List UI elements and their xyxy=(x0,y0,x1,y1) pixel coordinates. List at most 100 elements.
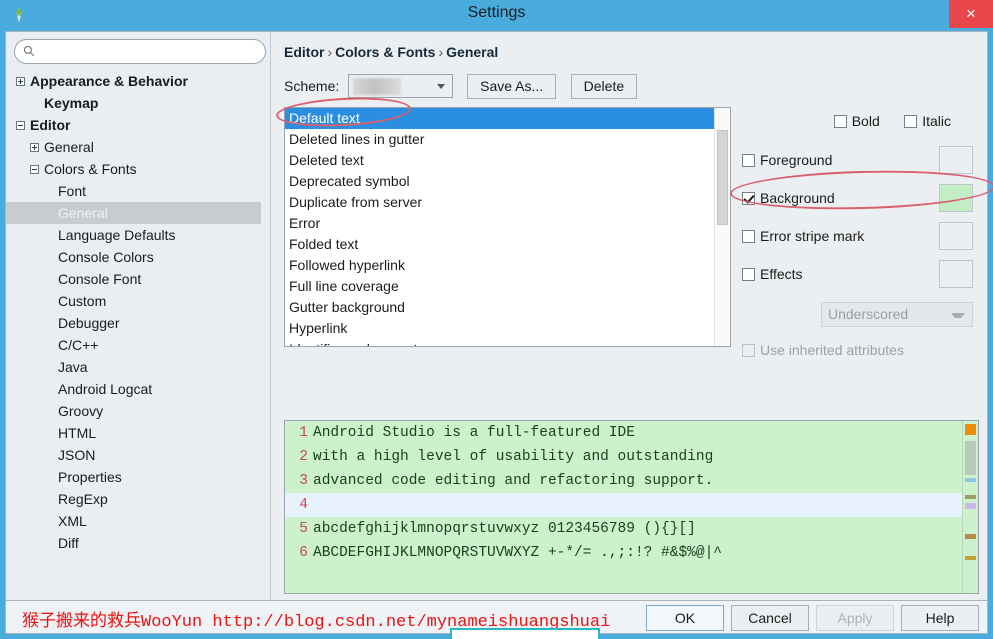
attribute-list-item-label: Error xyxy=(289,215,321,231)
effects-color-swatch[interactable] xyxy=(939,260,973,288)
sidebar-item-console-colors[interactable]: Console Colors xyxy=(6,246,261,268)
ok-button[interactable]: OK xyxy=(646,605,724,631)
preview-code-line: 1 Android Studio is a full-featured IDE xyxy=(285,421,962,445)
search-box[interactable] xyxy=(14,39,266,64)
error-stripe-panel[interactable] xyxy=(962,421,978,593)
breadcrumb-part-editor[interactable]: Editor xyxy=(284,44,324,60)
attribute-options: Bold Italic Foreground Background Error … xyxy=(742,107,979,358)
preview-code-line: 6 ABCDEFGHIJKLMNOPQRSTUVWXYZ +-*/= .,;:!?… xyxy=(285,541,962,565)
background-color-swatch[interactable] xyxy=(939,184,973,212)
bold-checkbox[interactable]: Bold xyxy=(833,113,880,129)
sidebar-item-appearance-behavior[interactable]: Appearance & Behavior xyxy=(6,70,261,92)
attribute-list-item[interactable]: Full line coverage xyxy=(285,276,730,297)
sidebar-item-label: Language Defaults xyxy=(58,227,176,243)
collapse-icon[interactable] xyxy=(30,164,39,174)
use-inherited-checkbox-box[interactable] xyxy=(742,343,755,357)
stripe-marker[interactable] xyxy=(965,478,976,482)
use-inherited-attributes-checkbox[interactable]: Use inherited attributes xyxy=(742,342,904,358)
foreground-checkbox-box[interactable] xyxy=(742,153,755,167)
attribute-list-item-label: Deleted text xyxy=(289,152,364,168)
stripe-marker[interactable] xyxy=(965,495,976,499)
sidebar-item-language-defaults[interactable]: Language Defaults xyxy=(6,224,261,246)
sidebar-item-xml[interactable]: XML xyxy=(6,510,261,532)
sidebar-item-html[interactable]: HTML xyxy=(6,422,261,444)
sidebar-item-label: XML xyxy=(58,513,87,529)
sidebar-item-android-logcat[interactable]: Android Logcat xyxy=(6,378,261,400)
sidebar-item-groovy[interactable]: Groovy xyxy=(6,400,261,422)
attribute-list-item[interactable]: Folded text xyxy=(285,234,730,255)
attribute-list-scrollbar[interactable] xyxy=(714,108,730,346)
preview-code-line: 2 with a high level of usability and outs… xyxy=(285,445,962,469)
sidebar-item-font[interactable]: Font xyxy=(6,180,261,202)
stripe-marker[interactable] xyxy=(965,534,976,539)
effects-label: Effects xyxy=(760,266,803,282)
effects-checkbox[interactable]: Effects xyxy=(742,266,803,282)
sidebar-item-label: Android Logcat xyxy=(58,381,153,397)
attribute-list-item[interactable]: Deleted text xyxy=(285,150,730,171)
sidebar-item-general[interactable]: General xyxy=(6,202,261,224)
settings-tree: Appearance & Behavior Keymap Editor General… xyxy=(6,70,261,600)
scrollbar-thumb[interactable] xyxy=(717,130,728,225)
attribute-list-item[interactable]: Duplicate from server xyxy=(285,192,730,213)
sidebar-item-console-font[interactable]: Console Font xyxy=(6,268,261,290)
italic-checkbox[interactable]: Italic xyxy=(904,113,951,129)
stripe-marker[interactable] xyxy=(965,556,976,560)
attribute-list-item[interactable]: Deleted lines in gutter xyxy=(285,129,730,150)
effects-checkbox-box[interactable] xyxy=(742,267,755,281)
attribute-list-item[interactable]: Error xyxy=(285,213,730,234)
sidebar-item-java[interactable]: Java xyxy=(6,356,261,378)
error-stripe-row: Error stripe mark xyxy=(742,221,973,251)
sidebar-item-regexp[interactable]: RegExp xyxy=(6,488,261,510)
error-stripe-checkbox[interactable]: Error stripe mark xyxy=(742,228,864,244)
background-checkbox[interactable]: Background xyxy=(742,190,835,206)
close-button[interactable]: × xyxy=(949,0,993,28)
preview-code-line: 3 advanced code editing and refactoring s… xyxy=(285,469,962,493)
sidebar-item-colors-fonts[interactable]: Colors & Fonts xyxy=(6,158,261,180)
background-checkbox-box[interactable] xyxy=(742,191,755,205)
sidebar-item-label: Appearance & Behavior xyxy=(30,73,188,89)
expand-icon[interactable] xyxy=(16,76,25,86)
sidebar-item-diff[interactable]: Diff xyxy=(6,532,261,554)
preview-code[interactable]: 1 Android Studio is a full-featured IDE 2 w… xyxy=(285,421,962,593)
sidebar-item-json[interactable]: JSON xyxy=(6,444,261,466)
attribute-list[interactable]: Default text Deleted lines in gutter Delet… xyxy=(284,107,731,347)
sidebar-item-general[interactable]: General xyxy=(6,136,261,158)
sidebar-item-debugger[interactable]: Debugger xyxy=(6,312,261,334)
attribute-list-item[interactable]: Gutter background xyxy=(285,297,730,318)
breadcrumb-part-colors-fonts[interactable]: Colors & Fonts xyxy=(335,44,435,60)
help-button[interactable]: Help xyxy=(901,605,979,631)
stripe-marker[interactable] xyxy=(965,424,976,435)
stripe-marker[interactable] xyxy=(965,503,976,509)
sidebar-item-keymap[interactable]: Keymap xyxy=(6,92,261,114)
sidebar-item-properties[interactable]: Properties xyxy=(6,466,261,488)
foreground-color-swatch[interactable] xyxy=(939,146,973,174)
italic-checkbox-box[interactable] xyxy=(904,114,918,128)
error-stripe-checkbox-box[interactable] xyxy=(742,229,755,243)
cancel-button[interactable]: Cancel xyxy=(731,605,809,631)
scheme-dropdown[interactable] xyxy=(347,74,453,98)
bold-checkbox-box[interactable] xyxy=(833,114,847,128)
sidebar-item-c-c[interactable]: C/C++ xyxy=(6,334,261,356)
attribute-list-item[interactable]: Hyperlink xyxy=(285,318,730,339)
sidebar-item-custom[interactable]: Custom xyxy=(6,290,261,312)
error-stripe-color-swatch[interactable] xyxy=(939,222,973,250)
attribute-list-item-label: Identifier under caret xyxy=(289,341,417,346)
attribute-list-item[interactable]: Followed hyperlink xyxy=(285,255,730,276)
expand-icon[interactable] xyxy=(30,142,39,152)
search-input[interactable] xyxy=(43,40,259,63)
save-as-button[interactable]: Save As... xyxy=(467,74,557,99)
effects-type-dropdown[interactable]: Underscored xyxy=(821,302,973,327)
attribute-list-item[interactable]: Deprecated symbol xyxy=(285,171,730,192)
delete-button[interactable]: Delete xyxy=(570,74,638,99)
dialog-body: Appearance & Behavior Keymap Editor General… xyxy=(5,31,988,601)
attribute-list-item[interactable]: Identifier under caret xyxy=(285,339,730,346)
preview-editor[interactable]: 1 Android Studio is a full-featured IDE 2 w… xyxy=(284,420,979,594)
collapse-icon[interactable] xyxy=(16,120,25,130)
foreground-checkbox[interactable]: Foreground xyxy=(742,152,832,168)
attribute-list-item[interactable]: Default text xyxy=(285,108,730,129)
stripe-marker[interactable] xyxy=(965,441,976,475)
preview-line-number: 4 xyxy=(285,493,313,517)
sidebar-item-editor[interactable]: Editor xyxy=(6,114,261,136)
